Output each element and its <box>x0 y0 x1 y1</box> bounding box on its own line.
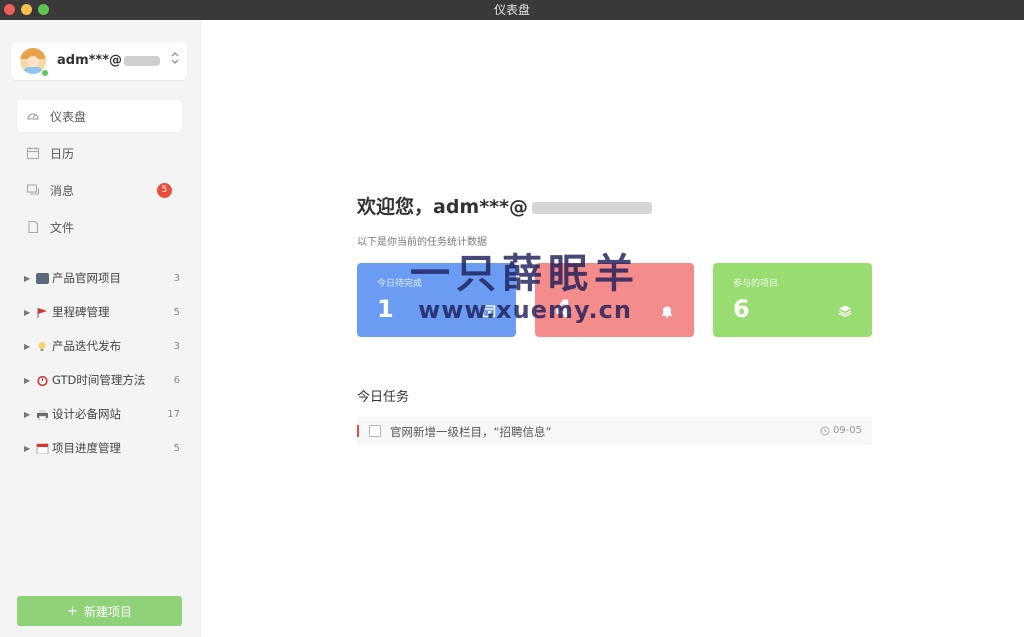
message-icon <box>25 182 41 198</box>
redacted-email-blur <box>532 201 653 214</box>
sidebar-item-dashboard[interactable]: 仪表盘 <box>17 100 182 132</box>
new-project-label: 新建项目 <box>83 604 132 619</box>
task-date-text: 09-05 <box>832 425 862 436</box>
project-name: 产品官网项目 <box>52 271 121 285</box>
project-item[interactable]: ▶ 项目进度管理 5 <box>24 438 180 458</box>
new-project-button[interactable]: + 新建项目 <box>17 596 182 626</box>
online-status-dot <box>41 69 49 77</box>
sidebar-item-files[interactable]: 文件 <box>17 211 182 243</box>
expand-triangle-icon[interactable]: ▶ <box>24 274 36 283</box>
layers-icon <box>838 303 852 318</box>
close-window-button[interactable] <box>4 4 15 15</box>
project-count: 6 <box>173 374 180 386</box>
project-name: 里程碑管理 <box>52 305 110 319</box>
project-name: GTD时间管理方法 <box>52 373 146 387</box>
project-item[interactable]: ▶ 里程碑管理 5 <box>24 302 180 322</box>
minimize-window-button[interactable] <box>21 4 32 15</box>
stat-card-label: 参与的项目 <box>733 279 779 289</box>
window-titlebar: 仪表盘 <box>0 0 1024 20</box>
calendar-icon <box>482 303 496 318</box>
project-name: 项目进度管理 <box>52 441 121 455</box>
expand-triangle-icon[interactable]: ▶ <box>24 376 36 385</box>
sidebar-item-label: 日历 <box>50 146 75 161</box>
task-row[interactable]: 官网新增一级栏目，“招聘信息” 09-05 <box>357 417 872 445</box>
task-title: 官网新增一级栏目，“招聘信息” <box>390 425 552 439</box>
bell-icon <box>660 303 674 319</box>
sidebar-item-label: 文件 <box>50 220 75 235</box>
sidebar-item-calendar[interactable]: 日历 <box>17 137 182 169</box>
window-title: 仪表盘 <box>493 3 530 17</box>
stat-card-projects[interactable]: 参与的项目 6 <box>713 263 872 337</box>
printer-icon <box>36 409 49 420</box>
welcome-heading: 欢迎您，adm***@ <box>357 192 653 219</box>
project-count: 3 <box>173 340 180 352</box>
sidebar: adm***@ 仪表盘 日历 消息 5 文件 ▶ 产品官网项目 3 ▶ 里程碑管… <box>0 20 201 637</box>
project-name: 产品迭代发布 <box>52 339 121 353</box>
task-checkbox[interactable] <box>369 425 381 437</box>
expand-triangle-icon[interactable]: ▶ <box>24 410 36 419</box>
expand-triangle-icon[interactable]: ▶ <box>24 308 36 317</box>
stat-card-value: 4 <box>555 295 572 323</box>
user-name: adm***@ <box>57 53 123 68</box>
expand-triangle-icon[interactable]: ▶ <box>24 444 36 453</box>
project-count: 3 <box>173 272 180 284</box>
plus-icon: + <box>67 603 78 619</box>
chevron-updown-icon <box>171 51 179 66</box>
project-count: 5 <box>173 442 180 454</box>
priority-indicator <box>357 425 359 437</box>
project-count: 17 <box>167 408 180 420</box>
alarm-clock-icon <box>36 375 49 386</box>
calendar-icon <box>36 443 49 454</box>
stat-card-label: 今日待完成 <box>377 279 423 289</box>
project-name: 设计必备网站 <box>52 407 121 421</box>
project-count: 5 <box>173 306 180 318</box>
stat-card-value: 6 <box>733 295 750 323</box>
window-controls <box>4 4 49 15</box>
maximize-window-button[interactable] <box>38 4 49 15</box>
stat-card-value: 1 <box>377 295 394 323</box>
stat-card-today-pending[interactable]: 今日待完成 1 <box>357 263 516 337</box>
computer-icon <box>36 272 49 284</box>
sidebar-item-label: 消息 <box>50 183 75 198</box>
redacted-email-blur <box>124 55 161 66</box>
sidebar-item-messages[interactable]: 消息 5 <box>17 174 182 206</box>
project-item[interactable]: ▶ 设计必备网站 17 <box>24 404 180 424</box>
project-item[interactable]: ▶ GTD时间管理方法 6 <box>24 370 180 390</box>
file-icon <box>25 219 41 235</box>
project-item[interactable]: ▶ 产品迭代发布 3 <box>24 336 180 356</box>
account-switcher[interactable]: adm***@ <box>11 42 187 80</box>
today-tasks-title: 今日任务 <box>357 390 410 405</box>
welcome-text: 欢迎您，adm***@ <box>357 196 529 218</box>
expand-triangle-icon[interactable]: ▶ <box>24 342 36 351</box>
sidebar-item-label: 仪表盘 <box>50 109 87 124</box>
page-subtitle: 以下是你当前的任务统计数据 <box>357 237 487 248</box>
flag-icon <box>36 307 49 318</box>
unread-count-badge: 5 <box>157 183 172 198</box>
project-item[interactable]: ▶ 产品官网项目 3 <box>24 268 180 288</box>
task-due-date: 09-05 <box>820 425 862 436</box>
stat-card-reminders[interactable]: 4 <box>535 263 694 337</box>
clock-icon <box>820 426 830 435</box>
calendar-icon <box>25 145 41 161</box>
bulb-icon <box>36 341 49 352</box>
dashboard-icon <box>25 108 41 124</box>
